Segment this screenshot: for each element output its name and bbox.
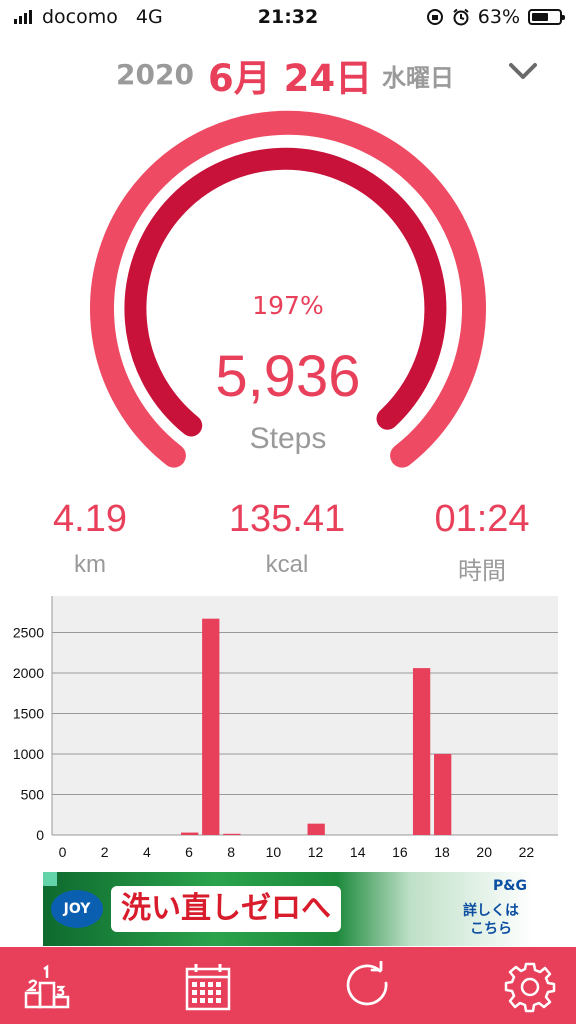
step-count: 5,936	[215, 344, 361, 409]
alarm-icon	[453, 8, 469, 26]
x-tick-label: 4	[143, 844, 151, 860]
chart-bar	[223, 833, 241, 835]
chart-plot-area	[52, 596, 558, 835]
stats-row: 4.19 km 135.41 kcal 01:24 時間	[0, 498, 576, 588]
chart-bar	[307, 823, 325, 835]
step-unit: Steps	[249, 422, 327, 455]
calories-stat: 135.41 kcal	[192, 498, 382, 579]
step-progress-gauge: 197% 5,936 Steps	[0, 95, 576, 485]
duration-value: 01:24	[434, 498, 530, 540]
status-bar: docomo 4G 21:32 63%	[0, 0, 576, 34]
adchoices-icon[interactable]	[43, 872, 57, 886]
ranking-podium-icon[interactable]	[22, 961, 74, 1013]
x-tick-label: 10	[266, 844, 282, 860]
x-tick-label: 8	[227, 844, 235, 860]
chart-bar	[181, 832, 199, 835]
refresh-icon[interactable]	[342, 961, 394, 1013]
chevron-down-icon[interactable]	[505, 56, 541, 86]
date-weekday: 水曜日	[382, 64, 454, 92]
date-year: 2020	[116, 58, 194, 91]
x-tick-label: 22	[519, 844, 535, 860]
hourly-steps-bar-chart: 0 500 1000 1500 2000 2500 0 2 4 6 8 10 12 14 16 18 20 22	[13, 596, 558, 860]
status-right: 63%	[426, 6, 565, 28]
battery-percent: 63%	[477, 6, 520, 28]
distance-value: 4.19	[53, 498, 127, 540]
x-tick-label: 16	[392, 844, 408, 860]
tab-bar	[0, 947, 576, 1024]
ad-cta[interactable]: 詳しくは こちら	[455, 902, 527, 938]
ad-company: P&G	[493, 878, 527, 894]
date-month-day: 6月 24日	[208, 57, 373, 100]
duration-unit: 時間	[458, 558, 506, 585]
orientation-lock-icon	[426, 9, 443, 25]
x-tick-label: 0	[59, 844, 67, 860]
y-tick-label: 1000	[13, 746, 44, 762]
chart-bar	[434, 753, 452, 835]
x-tick-label: 12	[308, 844, 324, 860]
y-tick-label: 0	[36, 827, 44, 843]
x-tick-label: 14	[350, 844, 366, 860]
hourly-steps-chart: 0 500 1000 1500 2000 2500 0 2 4 6 8 10 12 14 16 18 20 22	[0, 590, 576, 865]
y-tick-label: 1500	[13, 705, 44, 721]
y-tick-label: 2000	[13, 665, 44, 681]
chart-bar	[412, 668, 431, 835]
ad-headline: 洗い直しゼロへ	[111, 886, 341, 932]
y-tick-label: 500	[21, 786, 45, 802]
battery-icon	[528, 9, 565, 25]
chart-bar	[202, 618, 220, 835]
x-tick-label: 2	[101, 844, 109, 860]
x-tick-label: 20	[476, 844, 492, 860]
distance-stat: 4.19 km	[0, 498, 185, 579]
x-tick-label: 6	[185, 844, 193, 860]
distance-unit: km	[74, 551, 106, 578]
calories-value: 135.41	[228, 498, 346, 540]
date-header[interactable]: 2020 6月 24日 水曜日	[0, 44, 576, 100]
ad-banner[interactable]: JOY 洗い直しゼロへ P&G 詳しくは こちら	[43, 872, 533, 946]
goal-percent: 197%	[252, 291, 324, 320]
x-tick-label: 18	[434, 844, 450, 860]
y-tick-label: 2500	[13, 624, 44, 640]
calendar-icon[interactable]	[182, 961, 234, 1013]
calories-unit: kcal	[265, 551, 309, 578]
ad-brand-logo: JOY	[51, 890, 103, 928]
gear-icon[interactable]	[504, 961, 556, 1013]
duration-stat: 01:24 時間	[387, 498, 576, 586]
